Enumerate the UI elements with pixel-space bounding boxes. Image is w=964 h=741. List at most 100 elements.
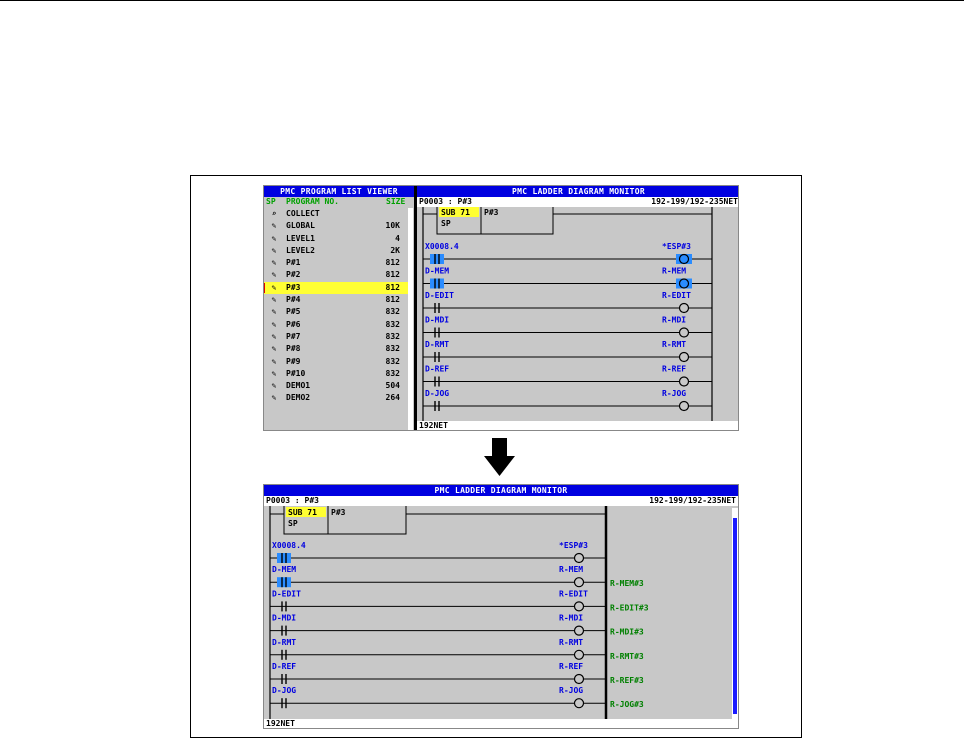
program-size: 832 bbox=[385, 368, 400, 378]
program-name: P#6 bbox=[286, 319, 301, 329]
program-row[interactable]: ✎ P#7 832 bbox=[264, 331, 408, 343]
program-row[interactable]: ✎ DEMO1 504 bbox=[264, 380, 408, 392]
coil-circle bbox=[678, 327, 690, 338]
contact-label: D-MDI bbox=[425, 316, 449, 325]
status-bar: 192NET bbox=[264, 719, 738, 728]
contact-active-highlight bbox=[430, 254, 444, 264]
coil-circle bbox=[573, 552, 585, 564]
program-row[interactable]: ✎ P#4 812 bbox=[264, 294, 408, 306]
contact-label: D-EDIT bbox=[272, 589, 301, 598]
net-range: 192-199/192-235NET bbox=[651, 197, 738, 206]
ladder-title: PMC LADDER DIAGRAM MONITOR bbox=[417, 186, 738, 197]
program-row[interactable]: ✎ P#9 832 bbox=[264, 356, 408, 368]
program-name: P#8 bbox=[286, 344, 301, 354]
program-row[interactable]: ✎ GLOBAL 10K bbox=[264, 220, 408, 232]
program-list-panel: PMC PROGRAM LIST VIEWER SP PROGRAM NO. S… bbox=[264, 186, 414, 430]
ladder-area[interactable]: SUB 71 SP P#3 X0008.4 *ESP#3 D-MEM R-MEM D-EDIT… bbox=[417, 207, 738, 421]
sub-number: SUB 71 bbox=[441, 208, 470, 217]
ladder-panel-split: PMC LADDER DIAGRAM MONITOR P0003 : P#3 1… bbox=[417, 186, 738, 430]
program-size: 504 bbox=[385, 381, 400, 391]
program-name: P#9 bbox=[286, 356, 301, 366]
program-size: 812 bbox=[385, 282, 400, 292]
coil-comment: R-MEM#3 bbox=[610, 579, 644, 588]
scrollbar-thumb[interactable] bbox=[733, 518, 737, 714]
contact-label: D-REF bbox=[272, 662, 296, 671]
page-top-rule bbox=[0, 0, 964, 1]
coil-label: R-JOG bbox=[559, 686, 583, 695]
header-size: SIZE bbox=[386, 197, 406, 206]
coil-label: R-RMT bbox=[559, 638, 583, 647]
program-name: LEVEL1 bbox=[286, 233, 315, 243]
coil-label: R-MDI bbox=[559, 614, 583, 623]
program-row[interactable]: ✎ P#2 812 bbox=[264, 269, 408, 281]
ladder-title: PMC LADDER DIAGRAM MONITOR bbox=[264, 485, 738, 496]
header-program-no: PROGRAM NO. bbox=[286, 197, 339, 206]
program-row[interactable]: ✎ LEVEL2 2K bbox=[264, 245, 408, 257]
program-row[interactable]: ✎ P#5 832 bbox=[264, 306, 408, 318]
pencil-icon: ✎ bbox=[271, 331, 277, 341]
program-row[interactable]: ✎ DEMO2 264 bbox=[264, 392, 408, 404]
screen-before: PMC PROGRAM LIST VIEWER SP PROGRAM NO. S… bbox=[263, 185, 739, 431]
program-name: COLLECT bbox=[286, 209, 320, 218]
ladder-diagram: SUB 71 SP P#3 X0008.4 *ESP#3 D-MEM R-MEM R-MEM#… bbox=[269, 506, 649, 719]
program-row[interactable]: ✎ P#6 832 bbox=[264, 319, 408, 331]
program-size: 4 bbox=[395, 233, 400, 243]
program-name: P#10 bbox=[286, 368, 306, 378]
ladder-infobar: P0003 : P#3 192-199/192-235NET bbox=[264, 496, 738, 506]
sub-number: SUB 71 bbox=[288, 508, 317, 517]
program-name: P#5 bbox=[286, 307, 301, 317]
pencil-icon: ✎ bbox=[271, 295, 277, 305]
net-range: 192-199/192-235NET bbox=[649, 496, 736, 505]
coil-comment: R-EDIT#3 bbox=[610, 603, 649, 612]
coil-circle bbox=[573, 601, 585, 612]
ladder-infobar: P0003 : P#3 192-199/192-235NET bbox=[417, 197, 738, 207]
coil-circle bbox=[678, 351, 690, 363]
sub-sp-label: SP bbox=[288, 519, 298, 528]
contact-label: D-MEM bbox=[425, 267, 449, 276]
program-size: 10K bbox=[385, 221, 400, 231]
pencil-icon: ✎ bbox=[271, 258, 277, 268]
coil-label: *ESP#3 bbox=[559, 541, 588, 550]
program-row[interactable]: ⌕ COLLECT bbox=[264, 208, 408, 220]
list-scrollbar[interactable] bbox=[408, 208, 413, 430]
coil-label: R-MDI bbox=[662, 316, 686, 325]
program-size: 832 bbox=[385, 331, 400, 341]
coil-comment: R-MDI#3 bbox=[610, 628, 644, 637]
contact-label: D-MEM bbox=[272, 565, 296, 574]
coil-comment: R-RMT#3 bbox=[610, 652, 644, 661]
coil-label: R-EDIT bbox=[559, 589, 588, 598]
program-name: P#2 bbox=[286, 270, 301, 280]
coil-circle bbox=[573, 673, 585, 685]
coil-label: R-RMT bbox=[662, 340, 686, 349]
program-row[interactable]: ✎ P#3 812 bbox=[264, 281, 408, 295]
pencil-icon: ✎ bbox=[271, 356, 277, 366]
program-id: P0003 : P#3 bbox=[419, 197, 472, 206]
down-arrow-icon bbox=[484, 438, 515, 476]
program-size: 264 bbox=[385, 393, 400, 403]
coil-label: R-JOG bbox=[662, 389, 686, 398]
program-row[interactable]: ✎ P#1 812 bbox=[264, 257, 408, 269]
ladder-area[interactable]: SUB 71 SP P#3 X0008.4 *ESP#3 D-MEM R-MEM R-MEM#… bbox=[264, 506, 738, 719]
program-size: 832 bbox=[385, 307, 400, 317]
coil-circle bbox=[678, 400, 690, 412]
sub-program-name: P#3 bbox=[484, 208, 499, 217]
pencil-icon: ✎ bbox=[271, 270, 277, 280]
header-sp: SP bbox=[266, 197, 276, 206]
program-row[interactable]: ✎ P#10 832 bbox=[264, 368, 408, 380]
selection-marker bbox=[264, 282, 265, 293]
coil-label: R-REF bbox=[662, 365, 686, 374]
coil-circle bbox=[678, 376, 690, 387]
contact-label: D-MDI bbox=[272, 614, 296, 623]
program-size: 812 bbox=[385, 258, 400, 268]
coil-label: R-MEM bbox=[662, 267, 686, 276]
coil-circle bbox=[678, 278, 690, 289]
program-name: DEMO1 bbox=[286, 381, 311, 391]
program-row[interactable]: ✎ LEVEL1 4 bbox=[264, 233, 408, 245]
program-row[interactable]: ✎ P#8 832 bbox=[264, 343, 408, 355]
program-name: P#3 bbox=[286, 282, 301, 292]
coil-label: R-REF bbox=[559, 662, 583, 671]
ladder-diagram: SUB 71 SP P#3 X0008.4 *ESP#3 D-MEM R-MEM D-EDIT… bbox=[422, 207, 713, 421]
contact-label: D-JOG bbox=[425, 389, 449, 398]
contact-active-highlight bbox=[277, 577, 291, 588]
pencil-icon: ✎ bbox=[271, 282, 277, 292]
